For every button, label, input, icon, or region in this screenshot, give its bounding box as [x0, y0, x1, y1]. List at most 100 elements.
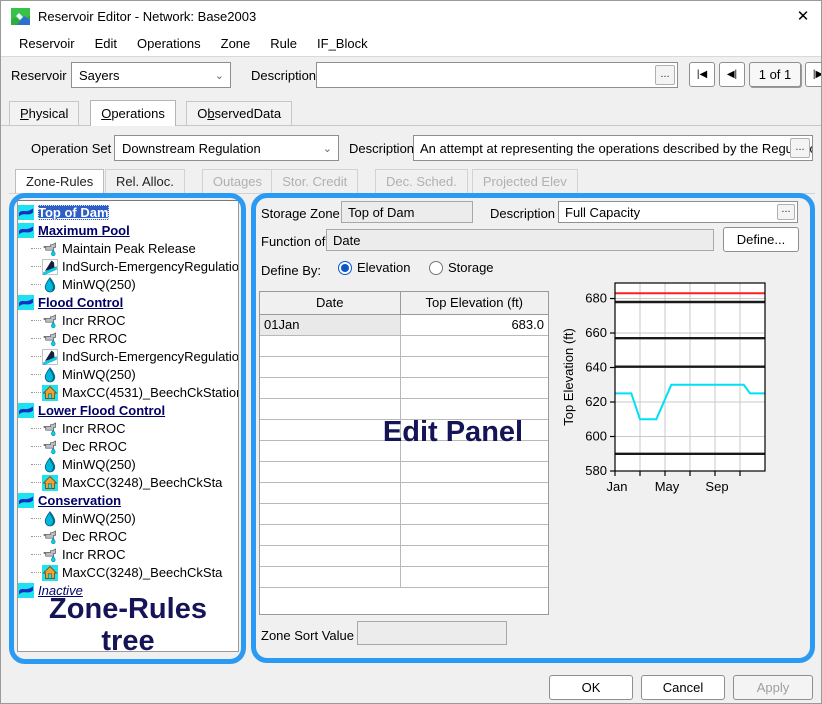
tree-zone-inactive[interactable]: Inactive: [18, 581, 238, 599]
tree-zone-conservation[interactable]: Conservation: [18, 491, 238, 509]
tree-rule-minwq-250-[interactable]: MinWQ(250): [18, 365, 238, 383]
table-row-empty[interactable]: [260, 503, 548, 524]
tree-rule-dec-rroc[interactable]: Dec RROC: [18, 329, 238, 347]
empty-cell[interactable]: [260, 545, 400, 566]
tree-rule-maxcc-3248-beechcksta[interactable]: MaxCC(3248)_BeechCkSta: [18, 563, 238, 581]
empty-cell[interactable]: [260, 419, 400, 440]
table-row-empty[interactable]: [260, 335, 548, 356]
close-icon[interactable]: ✕: [789, 3, 817, 29]
tree-zone-flood-control[interactable]: Flood Control: [18, 293, 238, 311]
operation-set-description-field[interactable]: An attempt at representing the operation…: [413, 135, 813, 161]
record-counter: 1 of 1: [749, 62, 801, 87]
table-row-empty[interactable]: [260, 524, 548, 545]
cancel-button[interactable]: Cancel: [641, 675, 725, 700]
drop-icon: [42, 457, 58, 472]
next-record-button[interactable]: |▶: [805, 62, 822, 87]
tree-rule-indsurch-emergencyregulation[interactable]: IndSurch-EmergencyRegulation: [18, 347, 238, 365]
empty-cell[interactable]: [400, 503, 548, 524]
first-record-button[interactable]: |◀: [689, 62, 715, 87]
tree-rule-incr-rroc[interactable]: Incr RROC: [18, 419, 238, 437]
empty-cell[interactable]: [260, 335, 400, 356]
elevation-radio[interactable]: Elevation: [338, 260, 410, 275]
tab-physical[interactable]: Physical: [9, 101, 79, 125]
empty-cell[interactable]: [260, 461, 400, 482]
empty-cell[interactable]: [400, 566, 548, 587]
table-row-empty[interactable]: [260, 482, 548, 503]
operation-set-description-ellipsis-button[interactable]: ...: [790, 138, 810, 158]
define-button[interactable]: Define...: [723, 227, 799, 252]
operation-set-combo[interactable]: Downstream Regulation ⌄: [114, 135, 339, 161]
zone-elevation-table[interactable]: DateTop Elevation (ft)01Jan683.0: [259, 291, 549, 615]
tree-rule-incr-rroc[interactable]: Incr RROC: [18, 311, 238, 329]
tree-rule-dec-rroc[interactable]: Dec RROC: [18, 437, 238, 455]
drop-icon: [42, 277, 58, 292]
table-row-empty[interactable]: [260, 545, 548, 566]
empty-cell[interactable]: [400, 419, 548, 440]
empty-cell[interactable]: [400, 482, 548, 503]
empty-cell[interactable]: [400, 461, 548, 482]
tree-zone-lower-flood-control[interactable]: Lower Flood Control: [18, 401, 238, 419]
zone-description-value: Full Capacity: [565, 205, 640, 220]
menu-operations[interactable]: Operations: [127, 33, 211, 54]
zone-description-field[interactable]: Full Capacity ...: [558, 201, 798, 223]
tree-zone-top-of-dam[interactable]: Top of Dam: [18, 203, 238, 221]
menu-rule[interactable]: Rule: [260, 33, 307, 54]
tab-operations[interactable]: Operations: [90, 100, 176, 126]
empty-cell[interactable]: [260, 482, 400, 503]
menu-reservoir[interactable]: Reservoir: [9, 33, 85, 54]
empty-cell[interactable]: [260, 566, 400, 587]
tree-rule-maxcc-3248-beechcksta[interactable]: MaxCC(3248)_BeechCkSta: [18, 473, 238, 491]
tree-zone-maximum-pool[interactable]: Maximum Pool: [18, 221, 238, 239]
table-row-empty[interactable]: [260, 461, 548, 482]
table-header-top-elevation-ft-[interactable]: Top Elevation (ft): [400, 292, 548, 314]
reservoir-combo[interactable]: Sayers ⌄: [71, 62, 231, 88]
empty-cell[interactable]: [400, 335, 548, 356]
table-row-empty[interactable]: [260, 356, 548, 377]
table-row-empty[interactable]: [260, 419, 548, 440]
tree-rule-incr-rroc[interactable]: Incr RROC: [18, 545, 238, 563]
empty-cell[interactable]: [400, 377, 548, 398]
reservoir-description-ellipsis-button[interactable]: ...: [655, 65, 675, 85]
svg-text:660: 660: [585, 325, 607, 340]
empty-cell[interactable]: [400, 398, 548, 419]
menu-if-block[interactable]: IF_Block: [307, 33, 378, 54]
cell-date[interactable]: 01Jan: [260, 314, 400, 335]
tree-rule-minwq-250-[interactable]: MinWQ(250): [18, 275, 238, 293]
menu-edit[interactable]: Edit: [85, 33, 127, 54]
table-row-empty[interactable]: [260, 566, 548, 587]
table-row-empty[interactable]: [260, 440, 548, 461]
storage-radio[interactable]: Storage: [429, 260, 494, 275]
reservoir-description-field[interactable]: ...: [316, 62, 678, 88]
tree-rule-dec-rroc[interactable]: Dec RROC: [18, 527, 238, 545]
empty-cell[interactable]: [260, 524, 400, 545]
prev-record-button[interactable]: ◀|: [719, 62, 745, 87]
cell-elevation[interactable]: 683.0: [400, 314, 548, 335]
tree-rule-maxcc-4531-beechckstation[interactable]: MaxCC(4531)_BeechCkStation: [18, 383, 238, 401]
empty-cell[interactable]: [400, 524, 548, 545]
tree-rule-minwq-250-[interactable]: MinWQ(250): [18, 509, 238, 527]
subtab-rel-alloc-[interactable]: Rel. Alloc.: [105, 169, 185, 193]
empty-cell[interactable]: [260, 440, 400, 461]
zone-description-label: Description: [490, 206, 555, 221]
table-row-empty[interactable]: [260, 398, 548, 419]
subtab-zone-rules[interactable]: Zone-Rules: [15, 169, 104, 193]
empty-cell[interactable]: [260, 398, 400, 419]
table-header-date[interactable]: Date: [260, 292, 400, 314]
empty-cell[interactable]: [260, 377, 400, 398]
empty-cell[interactable]: [400, 545, 548, 566]
empty-cell[interactable]: [400, 440, 548, 461]
table-row[interactable]: 01Jan683.0: [260, 314, 548, 335]
tree-item-label: Dec RROC: [62, 439, 127, 454]
empty-cell[interactable]: [400, 356, 548, 377]
tree-rule-minwq-250-[interactable]: MinWQ(250): [18, 455, 238, 473]
ok-button[interactable]: OK: [549, 675, 633, 700]
zone-description-ellipsis-button[interactable]: ...: [777, 204, 795, 220]
empty-cell[interactable]: [260, 356, 400, 377]
menu-zone[interactable]: Zone: [211, 33, 261, 54]
tab-observed-data[interactable]: Observed Data: [186, 101, 292, 125]
table-row-empty[interactable]: [260, 377, 548, 398]
empty-cell[interactable]: [260, 503, 400, 524]
tree-rule-indsurch-emergencyregulation[interactable]: IndSurch-EmergencyRegulation: [18, 257, 238, 275]
tree-rule-maintain-peak-release[interactable]: Maintain Peak Release: [18, 239, 238, 257]
surcharge-icon: [42, 349, 58, 364]
